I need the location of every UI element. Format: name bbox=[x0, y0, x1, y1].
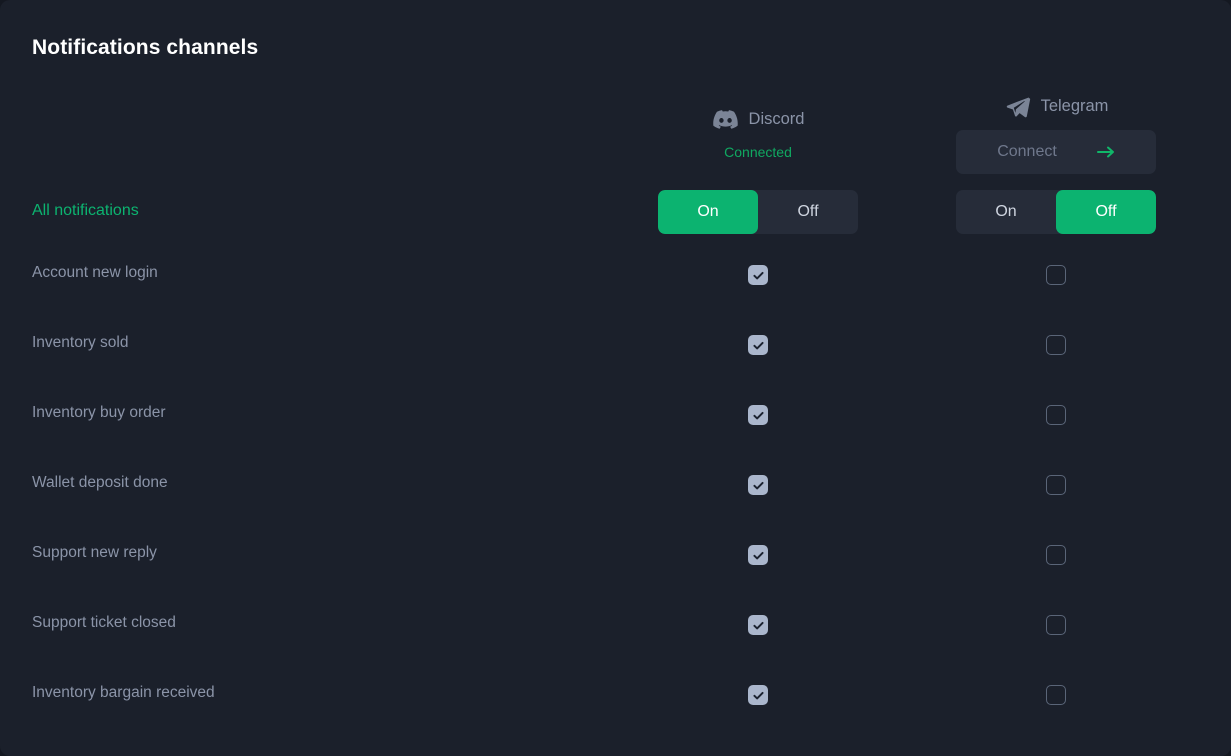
arrow-right-icon bbox=[1096, 145, 1115, 159]
table-row: Account new login bbox=[0, 256, 1231, 326]
checkbox-discord[interactable] bbox=[748, 405, 768, 425]
master-toggle-discord-off[interactable]: Off bbox=[758, 190, 858, 234]
telegram-connect-button[interactable]: Connect bbox=[956, 130, 1156, 174]
cell-discord bbox=[658, 405, 858, 425]
checkbox-discord[interactable] bbox=[748, 615, 768, 635]
cell-telegram bbox=[956, 615, 1156, 635]
page-title: Notifications channels bbox=[32, 36, 259, 59]
row-label: Support new reply bbox=[32, 544, 157, 561]
channel-header-discord: Discord Connected bbox=[658, 104, 858, 160]
connect-button-label: Connect bbox=[997, 143, 1057, 160]
notification-rows: Account new login Inventory sold Inventory… bbox=[0, 256, 1231, 746]
master-toggle-telegram-off[interactable]: Off bbox=[1056, 190, 1156, 234]
cell-telegram bbox=[956, 405, 1156, 425]
row-label: Account new login bbox=[32, 264, 158, 281]
cell-telegram bbox=[956, 265, 1156, 285]
table-row: Wallet deposit done bbox=[0, 466, 1231, 536]
cell-discord bbox=[658, 545, 858, 565]
checkbox-discord[interactable] bbox=[748, 335, 768, 355]
table-row: Inventory sold bbox=[0, 326, 1231, 396]
checkbox-telegram[interactable] bbox=[1046, 685, 1066, 705]
row-label: Support ticket closed bbox=[32, 614, 176, 631]
checkbox-telegram[interactable] bbox=[1046, 405, 1066, 425]
checkbox-telegram[interactable] bbox=[1046, 475, 1066, 495]
table-row: Support new reply bbox=[0, 536, 1231, 606]
master-toggle-discord-on[interactable]: On bbox=[658, 190, 758, 234]
cell-telegram bbox=[956, 685, 1156, 705]
cell-discord bbox=[658, 685, 858, 705]
telegram-icon bbox=[1004, 92, 1032, 120]
checkbox-discord[interactable] bbox=[748, 545, 768, 565]
table-row: Support ticket closed bbox=[0, 606, 1231, 676]
channel-name-telegram: Telegram bbox=[1040, 96, 1109, 115]
checkbox-discord[interactable] bbox=[748, 265, 768, 285]
row-label: Inventory buy order bbox=[32, 404, 166, 421]
row-label: Inventory sold bbox=[32, 334, 129, 351]
table-row: Inventory buy order bbox=[0, 396, 1231, 466]
master-toggle-telegram-on[interactable]: On bbox=[956, 190, 1056, 234]
channel-name-discord: Discord bbox=[748, 109, 805, 128]
cell-discord bbox=[658, 265, 858, 285]
notifications-channels-panel: Notifications channels Discord Connected… bbox=[0, 0, 1231, 756]
master-toggle-telegram[interactable]: On Off bbox=[956, 190, 1156, 234]
cell-discord bbox=[658, 615, 858, 635]
cell-telegram bbox=[956, 475, 1156, 495]
cell-telegram bbox=[956, 335, 1156, 355]
channel-header-telegram: Telegram Connect bbox=[956, 91, 1156, 174]
checkbox-telegram[interactable] bbox=[1046, 265, 1066, 285]
brand-row-discord: Discord bbox=[712, 104, 805, 134]
row-label: Inventory bargain received bbox=[32, 684, 215, 701]
discord-connection-status: Connected bbox=[724, 144, 792, 160]
cell-telegram bbox=[956, 545, 1156, 565]
discord-icon bbox=[712, 105, 740, 133]
table-row: Inventory bargain received bbox=[0, 676, 1231, 746]
row-label: Wallet deposit done bbox=[32, 474, 168, 491]
checkbox-discord[interactable] bbox=[748, 475, 768, 495]
cell-discord bbox=[658, 335, 858, 355]
checkbox-telegram[interactable] bbox=[1046, 335, 1066, 355]
checkbox-telegram[interactable] bbox=[1046, 615, 1066, 635]
checkbox-discord[interactable] bbox=[748, 685, 768, 705]
master-toggle-discord[interactable]: On Off bbox=[658, 190, 858, 234]
cell-discord bbox=[658, 475, 858, 495]
brand-row-telegram: Telegram bbox=[1004, 91, 1109, 121]
checkbox-telegram[interactable] bbox=[1046, 545, 1066, 565]
all-notifications-label: All notifications bbox=[32, 202, 139, 219]
